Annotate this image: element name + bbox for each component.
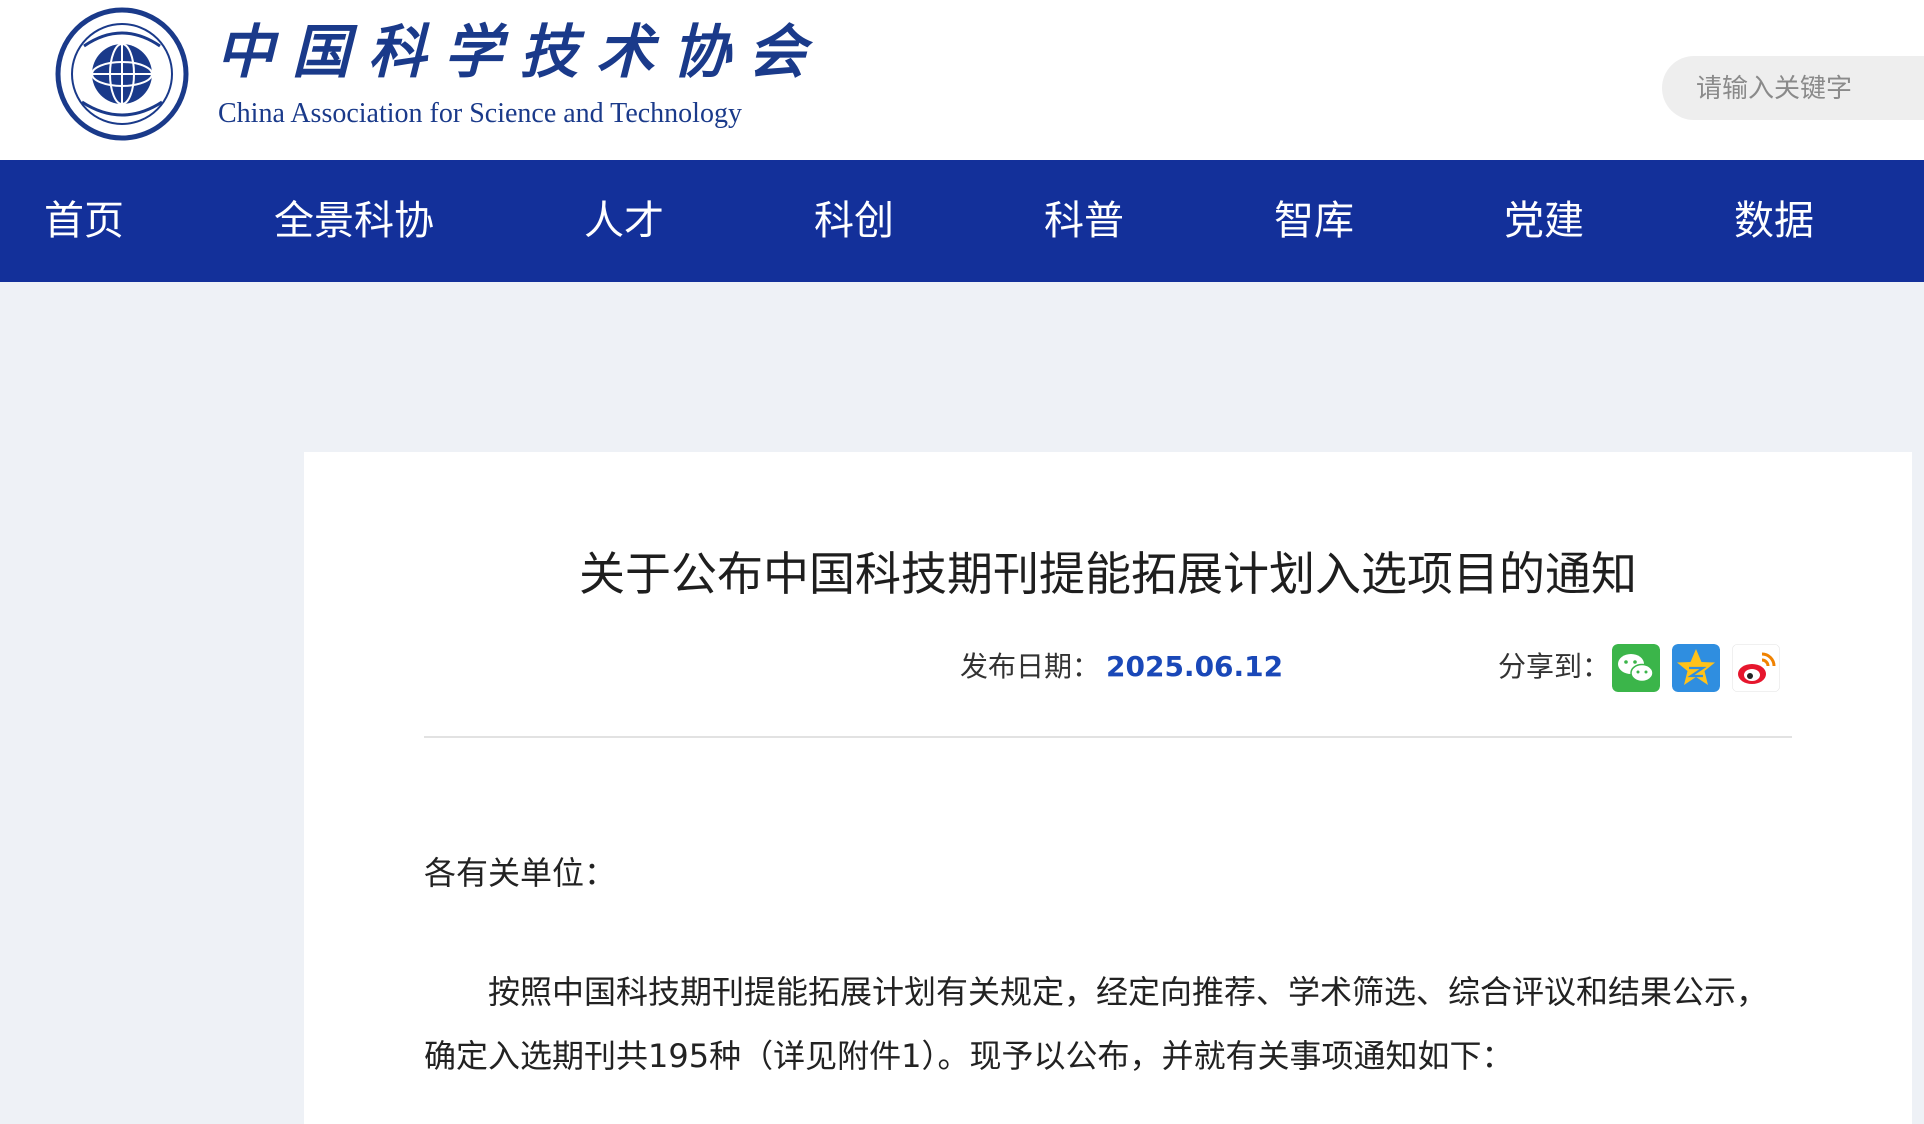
- search-input[interactable]: [1694, 56, 1918, 122]
- search-box[interactable]: [1662, 56, 1924, 122]
- site-header: 中国科学技术协会 China Association for Science a…: [0, 0, 1924, 160]
- weibo-icon[interactable]: [1732, 644, 1780, 692]
- nav-item-popular-science[interactable]: 科普: [1044, 160, 1124, 282]
- nav-item-overview[interactable]: 全景科协: [274, 160, 434, 282]
- paragraph-line: 确定入选期刊共195种（详见附件1）。现予以公布，并就有关事项通知如下：: [424, 1037, 1514, 1075]
- logo-chinese-name: 中国科学技术协会: [216, 18, 825, 86]
- wechat-icon[interactable]: [1612, 644, 1660, 692]
- nav-item-party-building[interactable]: 党建: [1504, 160, 1584, 282]
- publish-date-label: 发布日期：: [960, 650, 1101, 683]
- nav-item-data[interactable]: 数据: [1734, 160, 1814, 282]
- article-meta: 发布日期： 2025.06.12 分享到：: [304, 642, 1912, 702]
- logo-english-name: China Association for Science and Techno…: [218, 98, 742, 129]
- article-greeting: 各有关单位：: [424, 854, 617, 892]
- publish-date: 2025.06.12: [1106, 650, 1284, 683]
- site-logo[interactable]: 中国科学技术协会 China Association for Science a…: [54, 6, 806, 146]
- main-nav: 首页 全景科协 人才 科创 科普 智库 党建 数据: [0, 160, 1924, 282]
- title-divider: [424, 736, 1792, 738]
- article-title: 关于公布中国科技期刊提能拓展计划入选项目的通知: [579, 547, 1637, 601]
- article-paragraph: 按照中国科技期刊提能拓展计划有关规定，经定向推荐、学术筛选、综合评议和结果公示，…: [424, 960, 1792, 1088]
- qzone-icon[interactable]: [1672, 644, 1720, 692]
- nav-item-home[interactable]: 首页: [44, 160, 124, 282]
- article-card: 关于公布中国科技期刊提能拓展计划入选项目的通知 发布日期： 2025.06.12…: [304, 452, 1912, 1124]
- nav-item-innovation[interactable]: 科创: [814, 160, 894, 282]
- nav-item-talent[interactable]: 人才: [584, 160, 664, 282]
- nav-item-think-tank[interactable]: 智库: [1274, 160, 1354, 282]
- cast-emblem-icon: [55, 7, 189, 141]
- share-label: 分享到：: [1498, 650, 1611, 683]
- paragraph-line: 按照中国科技期刊提能拓展计划有关规定，经定向推荐、学术筛选、综合评议和结果公示，: [488, 973, 1769, 1011]
